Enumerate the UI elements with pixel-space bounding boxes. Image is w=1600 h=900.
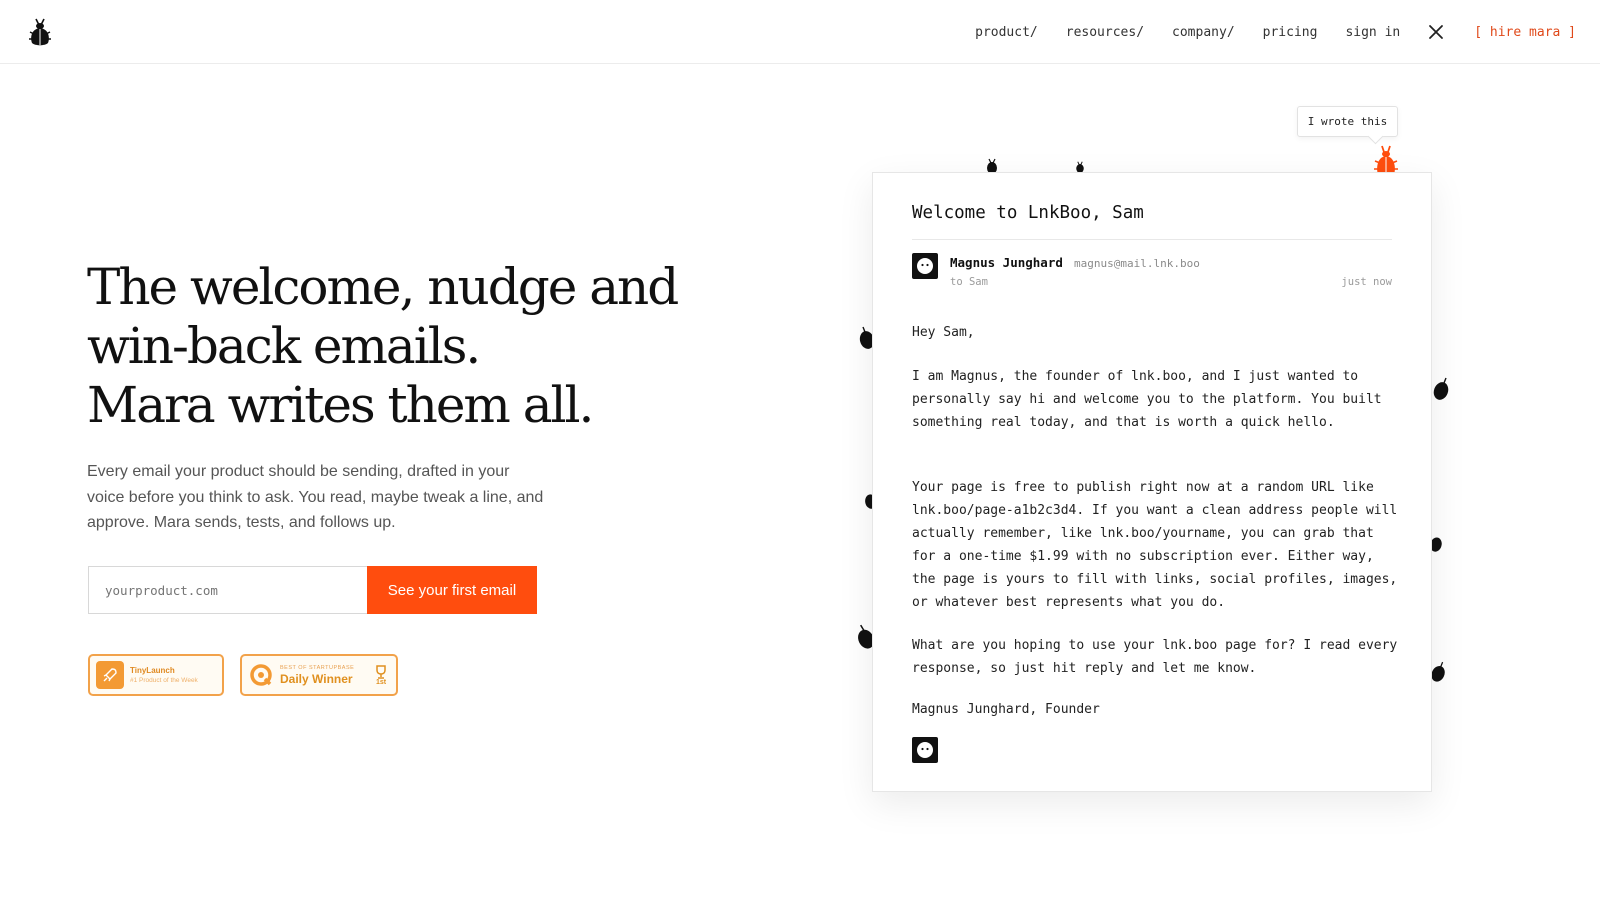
trophy-icon: [376, 664, 386, 679]
tinylaunch-name: TinyLaunch: [130, 665, 175, 675]
nav-pricing[interactable]: pricing: [1263, 25, 1318, 40]
beetle-icon: [1433, 377, 1449, 400]
beetle-logo-icon[interactable]: [26, 16, 54, 46]
nav-product[interactable]: product/: [975, 25, 1038, 40]
startupbase-sub: BEST OF STARTUPBASE: [280, 664, 355, 671]
startupbase-badge[interactable]: BEST OF STARTUPBASE Daily Winner 1st: [240, 654, 398, 696]
rocket-icon: [96, 661, 124, 689]
hero-title-line-3: Mara writes them all.: [87, 376, 594, 434]
sender-avatar: [912, 253, 938, 279]
beetle-icon: [1431, 661, 1445, 682]
email-preview-card: Welcome to LnkBoo, Sam Magnus Junghard m…: [872, 172, 1432, 792]
email-paragraph-question: What are you hoping to use your lnk.boo …: [912, 638, 1398, 676]
nav-sign-in[interactable]: sign in: [1345, 25, 1400, 40]
tinylaunch-sub: #1 Product of the Week: [130, 676, 198, 684]
email-subject: Welcome to LnkBoo, Sam: [912, 203, 1144, 223]
top-nav: product/ resources/ company/ pricing sig…: [0, 0, 1600, 64]
hero-title-line-2: win-back emails.: [87, 317, 481, 375]
ghost-face-icon: [917, 258, 933, 274]
trophy: 1st: [374, 664, 388, 686]
email-greeting: Hey Sam,: [912, 325, 975, 340]
email-paragraph-intro: I am Magnus, the founder of lnk.boo, and…: [912, 369, 1382, 430]
nav-links: product/ resources/ company/ pricing sig…: [947, 0, 1576, 64]
hire-mara-link[interactable]: [ hire mara ]: [1474, 25, 1576, 40]
startupbase-text: BEST OF STARTUPBASE Daily Winner: [280, 664, 354, 687]
see-first-email-button[interactable]: See your first email: [367, 566, 537, 614]
hero-subtitle: Every email your product should be sendi…: [87, 463, 544, 531]
product-url-input[interactable]: [88, 566, 367, 614]
tinylaunch-badge[interactable]: TinyLaunch #1 Product of the Week: [88, 654, 224, 696]
email-timestamp: just now: [1341, 276, 1392, 288]
email-divider: [912, 239, 1392, 240]
signature-avatar: [912, 737, 938, 763]
award-badges: TinyLaunch #1 Product of the Week BEST O…: [88, 654, 398, 696]
email-paragraph-offer: Your page is free to publish right now a…: [912, 480, 1398, 610]
hero-title-line-1: The welcome, nudge and: [87, 258, 679, 316]
i-wrote-this-tooltip: I wrote this: [1297, 106, 1398, 137]
tinylaunch-text: TinyLaunch #1 Product of the Week: [130, 666, 198, 685]
nav-company[interactable]: company/: [1172, 25, 1235, 40]
sender-email: magnus@mail.lnk.boo: [1074, 257, 1200, 270]
startupbase-name: Daily Winner: [280, 671, 353, 686]
email-recipient: to Sam: [950, 276, 988, 288]
signup-form: See your first email: [88, 566, 537, 614]
hero-title: The welcome, nudge and win-back emails. …: [87, 258, 679, 435]
sender-name: Magnus Junghard: [950, 255, 1063, 270]
x-twitter-icon[interactable]: [1428, 24, 1444, 40]
startupbase-logo-icon: [250, 664, 272, 686]
ghost-face-icon: [917, 742, 933, 758]
email-signature: Magnus Junghard, Founder: [912, 702, 1100, 717]
nav-resources[interactable]: resources/: [1066, 25, 1144, 40]
trophy-rank: 1st: [375, 678, 387, 686]
